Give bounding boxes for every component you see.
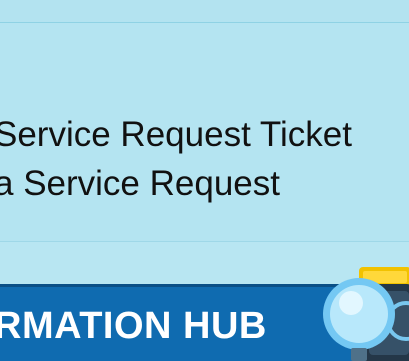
content-card: Service Request Ticket a Service Request	[0, 23, 409, 241]
slide-page: Service Request Ticket a Service Request…	[0, 0, 409, 361]
top-band	[0, 0, 409, 23]
title-line-2: a Service Request	[0, 164, 280, 203]
magnifier-folder-icon	[320, 260, 409, 361]
title-line-1: Service Request Ticket	[0, 115, 352, 154]
banner-title: RMATION HUB	[0, 305, 267, 347]
